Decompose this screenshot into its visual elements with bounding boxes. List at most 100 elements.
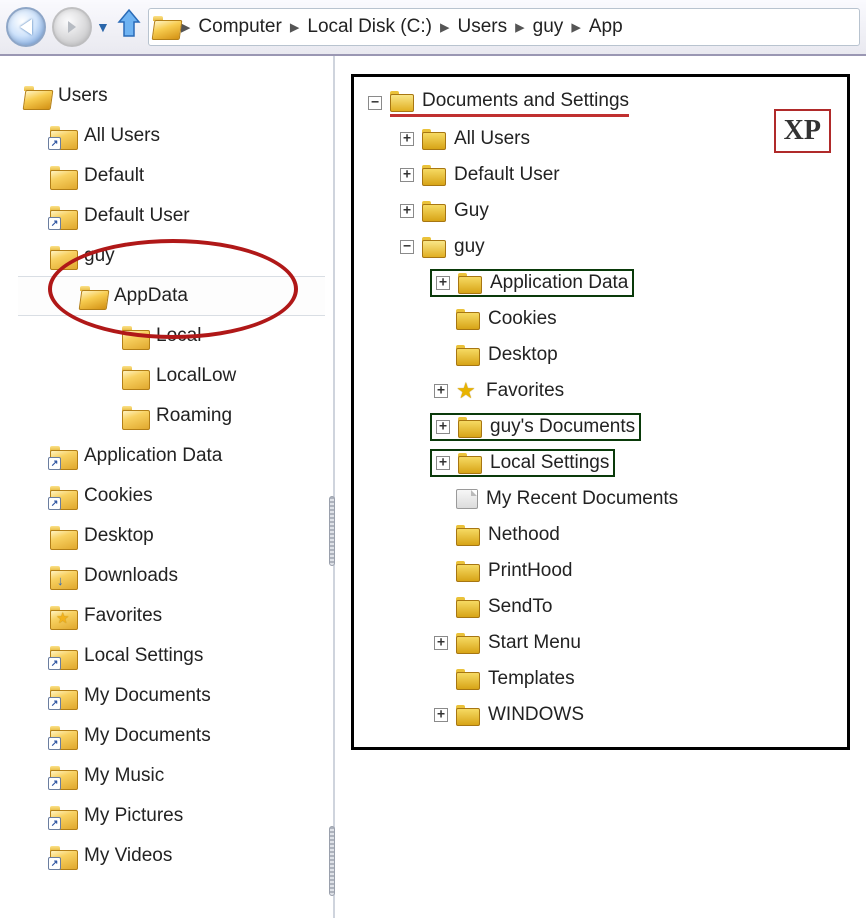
- folder-icon: [122, 324, 150, 348]
- tree-item[interactable]: − guy: [368, 229, 833, 265]
- navigation-toolbar: ▼ ▸ Computer▸Local Disk (C:)▸Users▸guy▸A…: [0, 0, 866, 56]
- tree-label: My Recent Documents: [486, 488, 678, 510]
- tree-item[interactable]: ↗My Documents: [18, 716, 333, 756]
- folder-icon: ↗: [50, 124, 78, 148]
- folder-icon: [456, 633, 480, 653]
- collapse-icon[interactable]: −: [368, 96, 382, 110]
- tree-item[interactable]: ↓Downloads: [18, 556, 333, 596]
- arrow-left-icon: [20, 19, 32, 35]
- shortcut-overlay-icon: ↗: [48, 777, 61, 790]
- tree-item-documents-and-settings[interactable]: − Documents and Settings: [368, 85, 833, 121]
- tree-item[interactable]: ↗Default User: [18, 196, 333, 236]
- up-one-level-button[interactable]: [116, 6, 142, 48]
- collapse-icon[interactable]: −: [400, 240, 414, 254]
- tree-item[interactable]: Default: [18, 156, 333, 196]
- tree-item[interactable]: Desktop: [368, 337, 833, 373]
- expand-icon[interactable]: +: [434, 636, 448, 650]
- tree-item[interactable]: PrintHood: [368, 553, 833, 589]
- expand-icon[interactable]: +: [436, 276, 450, 290]
- star-icon: ★: [456, 381, 478, 401]
- tree-item[interactable]: + Application Data: [368, 265, 833, 301]
- annotation-box: + guy's Documents: [430, 413, 641, 441]
- tree-label: Application Data: [490, 272, 628, 294]
- expand-icon[interactable]: +: [436, 420, 450, 434]
- tree-item[interactable]: Templates: [368, 661, 833, 697]
- tree-label: Users: [58, 85, 108, 107]
- folder-icon: [458, 417, 482, 437]
- expand-icon[interactable]: +: [436, 456, 450, 470]
- tree-label: LocalLow: [156, 365, 236, 387]
- chevron-right-icon: ▸: [515, 16, 525, 39]
- tree-item[interactable]: LocalLow: [18, 356, 333, 396]
- tree-item[interactable]: Nethood: [368, 517, 833, 553]
- breadcrumb-segment[interactable]: Local Disk (C:): [301, 14, 438, 40]
- expand-icon[interactable]: +: [434, 384, 448, 398]
- tree-label: Roaming: [156, 405, 232, 427]
- folder-icon: [456, 525, 480, 545]
- tree-item[interactable]: Local: [18, 316, 333, 356]
- recent-locations-dropdown[interactable]: ▼: [96, 19, 110, 35]
- folder-icon: ↗: [50, 204, 78, 228]
- tree-label: guy: [454, 236, 485, 258]
- folder-icon: ↗: [50, 844, 78, 868]
- tree-label: AppData: [114, 285, 188, 307]
- folder-icon: [456, 345, 480, 365]
- expand-icon[interactable]: +: [400, 132, 414, 146]
- up-arrow-icon: [116, 6, 142, 42]
- breadcrumb-segment[interactable]: App: [583, 14, 629, 40]
- folder-icon: [153, 14, 179, 40]
- tree-item[interactable]: ↗My Videos: [18, 836, 333, 876]
- spacer: [434, 528, 448, 542]
- tree-label: Default User: [454, 164, 560, 186]
- spacer: [434, 672, 448, 686]
- breadcrumb-segment[interactable]: Computer: [192, 14, 287, 40]
- folder-icon: ↗: [50, 804, 78, 828]
- breadcrumb-segment[interactable]: guy: [527, 14, 570, 40]
- tree-item[interactable]: guy: [18, 236, 333, 276]
- folder-icon: ↓: [50, 564, 78, 588]
- tree-label: My Documents: [84, 685, 211, 707]
- breadcrumb-segment[interactable]: Users: [452, 14, 514, 40]
- folder-icon: [458, 273, 482, 293]
- tree-item[interactable]: ↗Cookies: [18, 476, 333, 516]
- tree-item[interactable]: AppData: [18, 276, 325, 316]
- folder-icon: [458, 453, 482, 473]
- folder-icon: [456, 597, 480, 617]
- tree-item[interactable]: ↗Application Data: [18, 436, 333, 476]
- tree-item[interactable]: ↗Local Settings: [18, 636, 333, 676]
- forward-button[interactable]: [52, 7, 92, 47]
- annotation-box: + Application Data: [430, 269, 634, 297]
- tree-item[interactable]: +★Favorites: [368, 373, 833, 409]
- tree-item[interactable]: Roaming: [18, 396, 333, 436]
- tree-item[interactable]: ★Favorites: [18, 596, 333, 636]
- tree-label: guy's Documents: [490, 416, 635, 438]
- tree-label: Nethood: [488, 524, 560, 546]
- expand-icon[interactable]: +: [400, 168, 414, 182]
- shortcut-overlay-icon: ↗: [48, 857, 61, 870]
- tree-item[interactable]: +Start Menu: [368, 625, 833, 661]
- tree-item[interactable]: Cookies: [368, 301, 833, 337]
- tree-item[interactable]: Desktop: [18, 516, 333, 556]
- folder-icon: [122, 404, 150, 428]
- address-bar[interactable]: ▸ Computer▸Local Disk (C:)▸Users▸guy▸App: [148, 8, 860, 46]
- tree-item[interactable]: +Guy: [368, 193, 833, 229]
- spacer: [434, 600, 448, 614]
- tree-item[interactable]: ↗My Music: [18, 756, 333, 796]
- tree-item[interactable]: ↗My Documents: [18, 676, 333, 716]
- tree-item[interactable]: ↗All Users: [18, 116, 333, 156]
- tree-item[interactable]: + guy's Documents: [368, 409, 833, 445]
- tree-item[interactable]: + Default User: [368, 157, 833, 193]
- tree-label: Default: [84, 165, 144, 187]
- expand-icon[interactable]: +: [400, 204, 414, 218]
- back-button[interactable]: [6, 7, 46, 47]
- tree-item[interactable]: My Recent Documents: [368, 481, 833, 517]
- folder-icon: [422, 165, 446, 185]
- folder-icon: ↗: [50, 724, 78, 748]
- expand-icon[interactable]: +: [434, 708, 448, 722]
- tree-item[interactable]: +Local Settings: [368, 445, 833, 481]
- tree-item[interactable]: +All Users: [368, 121, 833, 157]
- tree-item[interactable]: +WINDOWS: [368, 697, 833, 733]
- tree-item[interactable]: ↗My Pictures: [18, 796, 333, 836]
- tree-item-users[interactable]: Users: [18, 76, 333, 116]
- tree-item[interactable]: SendTo: [368, 589, 833, 625]
